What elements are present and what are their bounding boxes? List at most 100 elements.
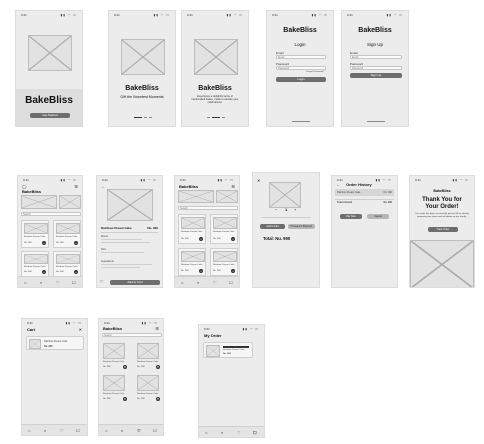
orders-tab-icon[interactable]: ☐	[253, 430, 257, 435]
product-card[interactable]: Rainbow Dream Cake Nu. 990 +	[210, 214, 238, 244]
product-card[interactable]: Rainbow Dream Cake Nu. 990 +	[21, 220, 49, 248]
screen-signup: 9:41▮▮ ◠ ▭ BakeBliss Sign Up Email Passw…	[341, 10, 409, 127]
cart-icon[interactable]: ☰	[74, 184, 78, 189]
email-field[interactable]	[350, 55, 402, 59]
favorite-icon[interactable]: ♥	[123, 397, 127, 401]
decrement-icon[interactable]: −	[275, 207, 277, 212]
favorite-icon[interactable]: ♥	[156, 397, 160, 401]
product-card[interactable]: Rainbow Dream Cake Nu. 990 +	[53, 251, 81, 277]
brand-logo: BakeBliss	[198, 85, 232, 92]
add-to-cart-icon[interactable]: +	[74, 241, 78, 245]
home-tab-icon[interactable]: ⌂	[105, 428, 107, 433]
password-field[interactable]	[276, 66, 326, 70]
product-image-placeholder	[103, 343, 125, 359]
search-input[interactable]	[21, 212, 81, 216]
search-input[interactable]	[178, 206, 238, 210]
search-input[interactable]	[102, 333, 162, 337]
get-started-button[interactable]: Get Started	[30, 113, 70, 118]
cart-item[interactable]: Rainbow Dream Cake Nu. 990	[26, 336, 84, 350]
orders-tab-icon[interactable]: ☐	[72, 280, 76, 285]
status-bar: 9:41 ▮▮ ◠ ▭	[410, 176, 474, 184]
login-button[interactable]: Login	[276, 77, 326, 82]
close-icon[interactable]: ✕	[257, 178, 260, 183]
add-to-cart-icon[interactable]: +	[42, 270, 46, 274]
home-tab-icon[interactable]: ⌂	[181, 280, 183, 285]
favorite-icon[interactable]: ♥	[156, 365, 160, 369]
screen-cart: 9:41 ▮▮ ◠ ▭ Cart ✕ Rainbow Dream Cake Nu.…	[21, 318, 88, 436]
thank-you-title-line-2: Your Order!	[425, 204, 459, 210]
product-card[interactable]: Rainbow Dream Cake Nu. 990 +	[178, 248, 206, 276]
signup-button[interactable]: Sign Up	[350, 73, 402, 78]
proceed-to-payment-button[interactable]: Proceed to Payment	[288, 224, 315, 229]
status-bar: 9:41 ▮▮ ◠ ▭	[22, 319, 87, 327]
cancel-button[interactable]: Cancel	[367, 214, 389, 219]
product-card[interactable]: Rainbow Dream Cake Nu. 990 +	[178, 214, 206, 244]
status-indicators: ▮▮ ◠ ▭	[452, 178, 469, 182]
home-tab-icon[interactable]: ⌂	[28, 428, 30, 433]
order-row[interactable]: Rainbow Dream Cake Nu. 990	[335, 189, 394, 196]
ingredients-section-label: Ingredients	[101, 260, 114, 263]
product-name: Rainbow Dream Cake	[181, 264, 203, 266]
favorites-tab-icon[interactable]: ♡	[60, 428, 64, 433]
back-icon[interactable]: ←	[336, 182, 340, 187]
order-item[interactable]: Rainbow Dream Cake Nu. 990	[203, 342, 253, 358]
search-tab-icon[interactable]: ⌕	[121, 428, 123, 433]
cart-icon[interactable]: ☰	[155, 326, 159, 331]
search-tab-icon[interactable]: ⌕	[197, 280, 199, 285]
cart-item-price: Nu. 990	[44, 345, 53, 348]
favorite-icon[interactable]: ♥	[123, 365, 127, 369]
favorites-tab-icon[interactable]: ♡	[237, 430, 241, 435]
search-tab-icon[interactable]: ⌕	[221, 430, 223, 435]
add-to-cart-icon[interactable]: +	[199, 269, 203, 273]
product-price: Nu. 990	[181, 238, 189, 240]
status-indicators: ▮▮ ◠ ▭	[311, 13, 328, 17]
product-name: Rainbow Dream Cake	[24, 266, 46, 268]
screen-favorites: 9:41 ▮▮ ◠ ▭ BakeBliss ☰ Rainbow Dream Cak…	[98, 318, 164, 436]
add-to-cart-icon[interactable]: +	[42, 241, 46, 245]
add-to-cart-button[interactable]: Add to Cart	[260, 224, 285, 229]
screen-order-history: 9:41 ▮▮ ◠ ▭ ← Order History Rainbow Dream…	[331, 175, 398, 288]
email-field[interactable]	[276, 55, 326, 59]
add-to-cart-icon[interactable]: +	[199, 237, 203, 241]
increment-icon[interactable]: +	[294, 207, 296, 212]
cart-icon[interactable]: ☰	[231, 184, 235, 189]
flavor-section-label: Flavor	[101, 235, 109, 238]
favorites-tab-icon[interactable]: ♡	[213, 280, 217, 285]
product-card[interactable]: Rainbow Dream Cake Nu. 990 +	[53, 220, 81, 248]
close-icon[interactable]: ✕	[79, 327, 82, 332]
product-name: Rainbow Dream Cake	[56, 236, 78, 238]
banner-placeholder-1	[21, 195, 57, 209]
orders-tab-icon[interactable]: ☐	[153, 428, 157, 433]
home-tab-icon[interactable]: ⌂	[24, 280, 26, 285]
bottom-tab-bar: ⌂ ⌕ ♡ ☐	[18, 276, 82, 287]
back-icon[interactable]: ←	[101, 184, 105, 189]
screen-product-detail: 9:41 ▮▮ ◠ ▭ ← Rainbow Dream Cake Nu. 990 …	[96, 175, 163, 288]
orders-tab-icon[interactable]: ☐	[229, 280, 233, 285]
orders-tab-icon[interactable]: ☐	[76, 428, 80, 433]
add-to-cart-button[interactable]: Add to Cart	[110, 280, 160, 285]
product-card[interactable]: Rainbow Dream Cake Nu. 990 +	[210, 248, 238, 276]
add-to-cart-icon[interactable]: +	[231, 237, 235, 241]
onboarding-description: Experience a delightful array of handcra…	[191, 95, 239, 105]
product-card[interactable]: Rainbow Dream Cake Nu. 990 +	[21, 251, 49, 277]
forgot-password-link[interactable]: Forgot Password?	[306, 71, 324, 73]
status-time: 9:41	[187, 13, 193, 17]
status-indicators: ▮▮ ◠ ▭	[375, 178, 392, 182]
product-name: Rainbow Dream Cake	[56, 266, 78, 268]
favorites-tab-icon[interactable]: ♡	[56, 280, 60, 285]
product-name: Rainbow Dream Cake	[24, 236, 46, 238]
favorite-icon[interactable]: ♡	[100, 279, 104, 284]
favorites-tab-icon[interactable]: ♡	[137, 428, 141, 433]
search-tab-icon[interactable]: ⌕	[40, 280, 42, 285]
home-tab-icon[interactable]: ⌂	[205, 430, 207, 435]
pay-now-button[interactable]: Pay Now	[340, 214, 362, 219]
product-price: Nu. 990	[213, 270, 221, 272]
search-tab-icon[interactable]: ⌕	[44, 428, 46, 433]
track-order-button[interactable]: Track Order	[428, 227, 458, 232]
status-time: 9:41	[114, 13, 120, 17]
status-time: 9:41	[415, 178, 421, 182]
password-field[interactable]	[350, 66, 402, 70]
product-image-placeholder	[137, 375, 159, 391]
add-to-cart-icon[interactable]: +	[231, 269, 235, 273]
add-to-cart-icon[interactable]: +	[74, 270, 78, 274]
